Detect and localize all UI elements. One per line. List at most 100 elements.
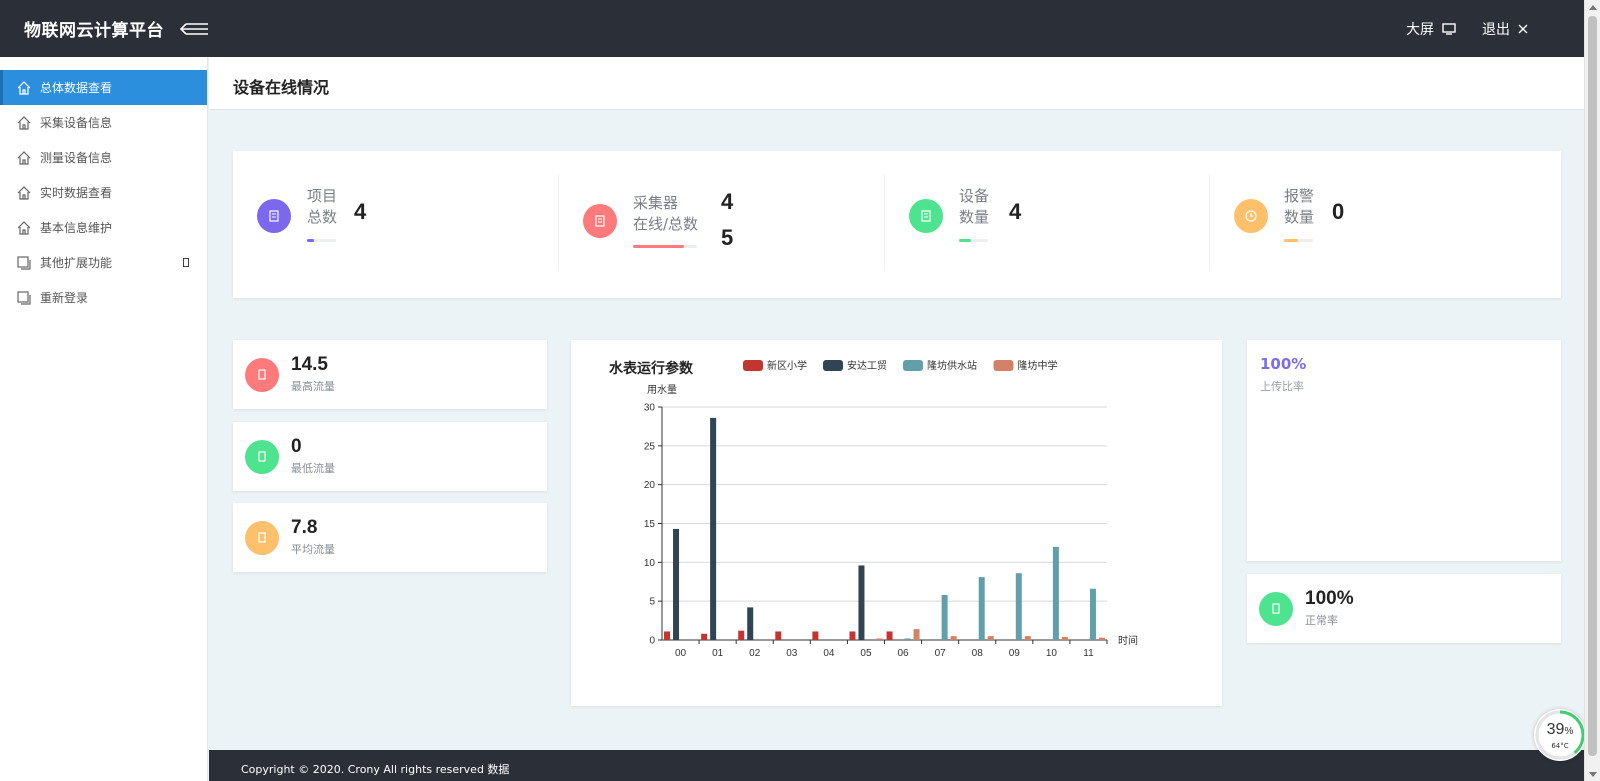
- bar: [858, 565, 865, 640]
- bar: [1052, 546, 1059, 640]
- legend-swatch: [823, 360, 843, 371]
- x-tick-label: 02: [749, 648, 761, 659]
- home-icon: [16, 80, 32, 96]
- bar: [1061, 636, 1068, 640]
- sidebar-item-overview[interactable]: 总体数据查看: [0, 70, 207, 105]
- bigscreen-button[interactable]: 大屏: [1406, 19, 1456, 39]
- bar: [812, 631, 819, 640]
- window-icon: [16, 290, 32, 306]
- logout-button[interactable]: 退出: [1482, 19, 1528, 39]
- x-tick-label: 07: [935, 648, 947, 659]
- clock-icon: [1234, 199, 1268, 233]
- device-icon: [909, 199, 943, 233]
- close-icon: [1518, 24, 1528, 33]
- bar: [849, 631, 856, 640]
- home-icon: [16, 220, 32, 236]
- stat-divider: [884, 175, 885, 271]
- bar: [978, 577, 985, 640]
- stat-alarms: 报警 数量 0: [1234, 175, 1534, 271]
- gauge-temperature: 64°C: [1551, 742, 1569, 750]
- sidebar-item-relogin[interactable]: 重新登录: [0, 280, 207, 315]
- water-meter-chart-card: 水表运行参数 新区小学 安达工贸 隆坊供水站 隆坊中学 用水量 时间 0 5 10 15 20 25 3…: [571, 340, 1222, 706]
- x-tick-label: 04: [823, 648, 835, 659]
- bar: [673, 528, 680, 640]
- bigscreen-label: 大屏: [1406, 21, 1434, 38]
- min-flow-label: 最低流量: [291, 462, 335, 475]
- water-meter-chart: 新区小学 安达工贸 隆坊供水站 隆坊中学用水量时间05101520253000 01 02…: [644, 359, 1138, 659]
- bar: [1015, 573, 1022, 640]
- flow-icon: [1259, 592, 1293, 626]
- monitor-icon: [1442, 22, 1456, 35]
- performance-gauge-widget[interactable]: 39% 64°C: [1534, 709, 1586, 761]
- page-title: 设备在线情况: [233, 78, 330, 97]
- scroll-up-icon[interactable]: [1589, 5, 1597, 10]
- x-tick-label: 09: [1009, 648, 1021, 659]
- bar: [738, 630, 745, 640]
- bar: [664, 631, 671, 640]
- scroll-thumb[interactable]: [1588, 16, 1597, 756]
- building-icon: [257, 199, 291, 233]
- x-tick-label: 05: [860, 648, 872, 659]
- sidebar-item-label: 重新登录: [40, 291, 89, 305]
- legend-label: 隆坊中学: [1018, 359, 1058, 372]
- menu-toggle-icon[interactable]: [180, 22, 210, 36]
- y-tick-label: 15: [644, 519, 656, 530]
- sidebar-item-collect-devices[interactable]: 采集设备信息: [0, 105, 207, 140]
- bar: [1024, 636, 1031, 640]
- stat-progress: [633, 245, 697, 248]
- stat-value: 4: [721, 189, 734, 214]
- x-tick-label: 08: [972, 648, 984, 659]
- y-axis-title: 用水量: [647, 384, 677, 396]
- sidebar-item-realtime[interactable]: 实时数据查看: [0, 175, 207, 210]
- y-tick-label: 30: [644, 403, 656, 414]
- avg-flow-value: 7.8: [291, 517, 318, 538]
- stat-label-line1: 项目: [307, 187, 338, 205]
- sidebar-item-label: 测量设备信息: [40, 151, 113, 165]
- y-tick-label: 5: [649, 597, 655, 608]
- gauge-percent: 39%: [1546, 721, 1574, 738]
- bar: [941, 594, 948, 640]
- stat-divider: [1209, 175, 1210, 271]
- submenu-indicator-icon: [183, 258, 189, 267]
- x-tick-label: 11: [1083, 648, 1094, 659]
- upload-rate-label: 上传比率: [1260, 380, 1304, 393]
- footer: Copyright © 2020. Crony All rights reser…: [209, 750, 1584, 781]
- bar: [886, 631, 893, 640]
- max-flow-value: 14.5: [291, 354, 328, 375]
- page-scrollbar[interactable]: [1584, 0, 1600, 781]
- stat-projects: 项目 总数 4: [257, 175, 557, 271]
- x-tick-label: 06: [897, 648, 909, 659]
- home-icon: [16, 150, 32, 166]
- stat-value-total: 5: [721, 225, 734, 250]
- bar: [710, 417, 717, 640]
- x-axis-title: 时间: [1118, 634, 1138, 647]
- avg-flow-card: 7.8 平均流量: [233, 503, 547, 572]
- min-flow-value: 0: [291, 436, 302, 457]
- home-icon: [16, 115, 32, 131]
- y-tick-label: 0: [649, 636, 655, 647]
- legend-label: 隆坊供水站: [927, 359, 977, 372]
- collector-icon: [583, 204, 617, 238]
- legend-swatch: [903, 360, 923, 371]
- stat-label-line1: 采集器: [633, 194, 679, 212]
- sidebar-item-measure-devices[interactable]: 测量设备信息: [0, 140, 207, 175]
- flow-icon: [245, 358, 279, 392]
- sidebar: 总体数据查看 采集设备信息 测量设备信息 实时数据查看 基本信息维护 其他扩展功…: [0, 57, 208, 781]
- sidebar-item-label: 其他扩展功能: [40, 256, 113, 270]
- window-icon: [16, 255, 32, 271]
- bar: [904, 638, 911, 640]
- sidebar-item-extensions[interactable]: 其他扩展功能: [0, 245, 207, 280]
- stat-divider: [558, 175, 559, 271]
- bar: [987, 636, 994, 640]
- sidebar-item-label: 基本信息维护: [40, 221, 113, 235]
- y-tick-label: 10: [644, 558, 656, 569]
- legend-label: 安达工贸: [847, 359, 887, 372]
- max-flow-card: 14.5 最高流量: [233, 340, 547, 409]
- scroll-down-icon[interactable]: [1589, 772, 1597, 777]
- copyright-text: Copyright © 2020. Crony All rights reser…: [241, 763, 510, 776]
- bar: [775, 631, 782, 640]
- sidebar-item-basic-info[interactable]: 基本信息维护: [0, 210, 207, 245]
- max-flow-label: 最高流量: [291, 380, 335, 393]
- stat-value: 4: [354, 199, 367, 224]
- x-tick-label: 10: [1046, 648, 1058, 659]
